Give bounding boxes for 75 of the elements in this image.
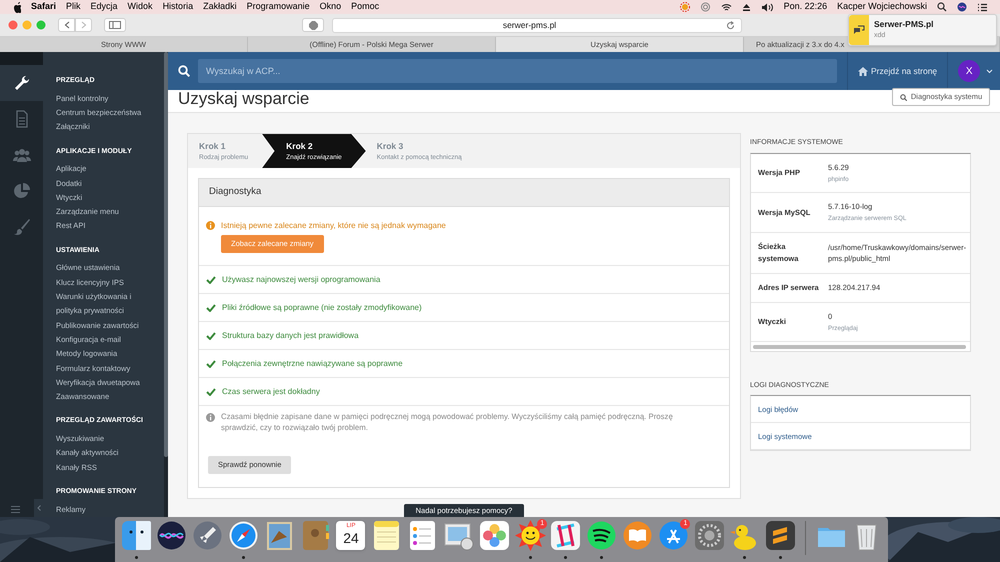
check-icon (206, 304, 216, 312)
warning-text: Istnieją pewne zalecane zmiany, które nie są jednak wymagane (221, 220, 446, 232)
octagon-icon (308, 20, 318, 30)
search-icon[interactable] (937, 2, 947, 12)
scrollbar-thumb[interactable] (164, 52, 168, 457)
site-link[interactable]: Przejdź na stronę (848, 64, 948, 78)
check-icon (206, 388, 216, 396)
status-text: Połączenia zewnętrzne nawiązywane są poprawne (222, 358, 403, 370)
chat-icon (853, 25, 865, 35)
menu-item[interactable]: Safari (31, 0, 56, 14)
menu-item[interactable]: Historia (162, 0, 194, 14)
clock-text[interactable]: Pon. 22:26 (784, 0, 828, 14)
panel-title: Diagnostyka (209, 185, 262, 200)
address-bar[interactable]: serwer-pms.pl (332, 18, 742, 32)
sidebar-icon (109, 21, 121, 29)
page-title: Uzyskaj wsparcie (178, 90, 310, 106)
code-editor-icon[interactable] (764, 519, 798, 552)
user-name[interactable]: Kacper Wojciechowski (837, 0, 927, 14)
info-icon (206, 413, 215, 422)
menu-item[interactable]: Edycja (90, 0, 118, 14)
scrollbar-thumb[interactable] (753, 344, 966, 349)
chevron-left-icon (36, 505, 40, 511)
menu-item[interactable]: Pomoc (351, 0, 380, 14)
logo-tile (0, 52, 43, 65)
search-icon (900, 94, 907, 100)
list-icon[interactable] (977, 2, 988, 12)
rocket-icon[interactable] (191, 519, 224, 552)
gear-icon[interactable] (692, 519, 726, 552)
brush-icon (12, 218, 30, 236)
tile-icon[interactable] (549, 519, 582, 552)
close-button[interactable] (8, 20, 18, 30)
menu-icon[interactable] (11, 506, 20, 512)
caret-icon[interactable] (986, 68, 994, 74)
zoom-button[interactable] (36, 20, 46, 30)
siri-icon[interactable] (155, 519, 188, 552)
menu-item[interactable]: Programowanie (246, 0, 310, 14)
search-icon (178, 65, 190, 77)
reload-icon[interactable] (726, 20, 735, 30)
search-field[interactable]: Wyszukaj w ACP... (198, 59, 837, 83)
users-icon (12, 146, 30, 164)
flower-icon[interactable] (478, 519, 511, 552)
spiral-icon[interactable] (700, 2, 711, 12)
extension-button[interactable] (302, 18, 324, 32)
sun-icon[interactable] (680, 2, 690, 12)
check-icon (206, 360, 216, 368)
info-icon (206, 221, 215, 230)
wifi-icon[interactable] (720, 2, 732, 12)
notification-title: Serwer-PMS.pl (874, 18, 934, 32)
menu-item[interactable]: Plik (66, 0, 81, 14)
wrench-icon (12, 74, 30, 92)
status-text: Pliki źródłowe są poprawne (nie zostały zmodyfikowane) (222, 302, 422, 314)
siri-icon[interactable] (957, 2, 967, 12)
menu-item[interactable]: Zakładki (203, 0, 237, 14)
status-text: Używasz najnowszej wersji oprogramowania (222, 274, 380, 286)
sidebar-tab[interactable] (0, 65, 43, 101)
menu-item[interactable]: Widok (128, 0, 153, 14)
chevron-left-icon (64, 21, 70, 29)
compass-icon[interactable] (227, 519, 260, 552)
home-icon (858, 66, 868, 76)
chevron-right-icon (80, 21, 86, 29)
status-text: Czas serwera jest dokładny (222, 386, 320, 398)
sidebar-button[interactable] (104, 18, 126, 32)
user-avatar[interactable]: X (958, 60, 980, 82)
url-text: serwer-pms.pl (502, 18, 558, 32)
status-text: Struktura bazy danych jest prawidłowa (222, 330, 359, 342)
apple-icon[interactable] (12, 2, 21, 12)
volume-icon[interactable] (760, 2, 774, 12)
pie-chart-icon (12, 182, 30, 200)
check-icon (206, 332, 216, 340)
eject-icon[interactable] (742, 2, 751, 12)
back-button[interactable] (58, 18, 75, 32)
menu-item[interactable]: Okno (320, 0, 342, 14)
sound-waves-icon[interactable] (585, 519, 618, 552)
app-store-icon[interactable] (656, 519, 690, 552)
check-icon (206, 276, 216, 284)
